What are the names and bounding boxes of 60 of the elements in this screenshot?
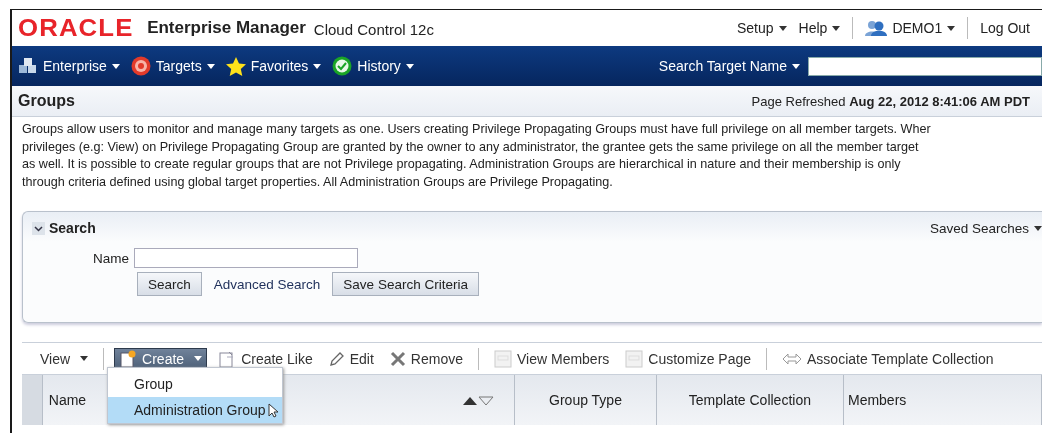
search-panel-button[interactable]: Search bbox=[137, 272, 202, 296]
pencil-icon bbox=[328, 350, 345, 367]
product-edition: Cloud Control 12c bbox=[313, 21, 434, 38]
page-title: Groups bbox=[18, 92, 75, 110]
column-header[interactable]: Template Collection bbox=[656, 375, 844, 425]
caret-icon bbox=[206, 63, 215, 69]
product-name: Enterprise Manager bbox=[147, 18, 306, 38]
toolbar-button[interactable]: View Members bbox=[489, 347, 615, 370]
double-arrow-icon bbox=[782, 352, 803, 365]
row-selector-header bbox=[22, 375, 43, 425]
caret-icon bbox=[778, 25, 787, 31]
caret-icon bbox=[194, 356, 203, 361]
nav-menu[interactable]: History bbox=[332, 56, 414, 76]
saved-searches-menu[interactable]: Saved Searches bbox=[929, 220, 1042, 236]
collapse-icon[interactable] bbox=[32, 221, 45, 235]
column-header[interactable]: Group Type bbox=[515, 375, 657, 425]
star-icon bbox=[225, 56, 246, 76]
oracle-logo: ORACLE bbox=[18, 14, 134, 42]
toolbar-menu[interactable]: Create bbox=[114, 347, 208, 370]
header-link[interactable]: Setup bbox=[737, 20, 787, 36]
caret-icon bbox=[947, 25, 956, 31]
search-panel-button[interactable]: Save Search Criteria bbox=[332, 272, 479, 296]
header-link[interactable]: DEMO1 bbox=[892, 20, 956, 36]
advanced-search-link[interactable]: Advanced Search bbox=[213, 276, 321, 292]
users-icon bbox=[865, 20, 888, 36]
refresh-timestamp: Page Refreshed Aug 22, 2012 8:41:06 AM PDT bbox=[751, 93, 1030, 109]
caret-icon bbox=[832, 25, 841, 31]
header-link[interactable]: Help bbox=[798, 20, 841, 36]
header-link[interactable]: Log Out bbox=[980, 20, 1030, 36]
window-icon bbox=[625, 349, 644, 368]
caret-icon bbox=[1034, 225, 1042, 231]
mouse-cursor-icon bbox=[267, 402, 278, 418]
column-header[interactable]: Members bbox=[843, 375, 1042, 425]
search-field[interactable] bbox=[808, 56, 1042, 76]
search-type-menu[interactable]: Search Target Name bbox=[658, 58, 800, 74]
field-label: Name bbox=[93, 250, 129, 266]
toolbar-button[interactable]: Customize Page bbox=[620, 347, 757, 370]
cubes-icon bbox=[18, 57, 38, 75]
toolbar-button[interactable]: Create Like bbox=[213, 347, 318, 370]
name-field[interactable] bbox=[134, 248, 358, 268]
target-icon bbox=[130, 56, 151, 76]
sort-icon[interactable] bbox=[462, 394, 495, 406]
window-icon bbox=[494, 349, 512, 368]
toolbar-button[interactable]: Associate Template Collection bbox=[777, 347, 999, 370]
nav-menu[interactable]: Favorites bbox=[225, 56, 322, 76]
remove-icon bbox=[389, 350, 406, 367]
caret-icon bbox=[313, 63, 322, 69]
panel-title: Search bbox=[49, 220, 96, 236]
caret-icon bbox=[111, 63, 120, 69]
toolbar-menu[interactable]: View bbox=[35, 347, 94, 370]
toolbar-button[interactable]: Remove bbox=[384, 347, 468, 370]
caret-icon bbox=[405, 63, 414, 69]
description-text: Groups allow users to monitor and manage many targets as one. Users creating Privilege Propagating Groups must have full privilege on all member targets. Wher privileges (e.g: View) on Privilege Propagating Group are granted by the owner to any administrator, the grantee gets the same privilege on all the member target as well. It is possible to create regular groups that are not Privilege propagating. Administration Groups are hierarchical in nature and their membership is only through criteria defined using global target properties. All Administration Groups are Privilege Propagating. bbox=[21, 121, 932, 191]
check-circle-icon bbox=[332, 56, 353, 76]
caret-icon bbox=[792, 63, 800, 69]
nav-menu[interactable]: Enterprise bbox=[18, 57, 120, 75]
toolbar-button[interactable]: Edit bbox=[323, 347, 379, 370]
nav-menu[interactable]: Targets bbox=[130, 56, 215, 76]
menu-item[interactable]: Administration Group bbox=[108, 397, 282, 423]
caret-icon bbox=[80, 356, 89, 361]
